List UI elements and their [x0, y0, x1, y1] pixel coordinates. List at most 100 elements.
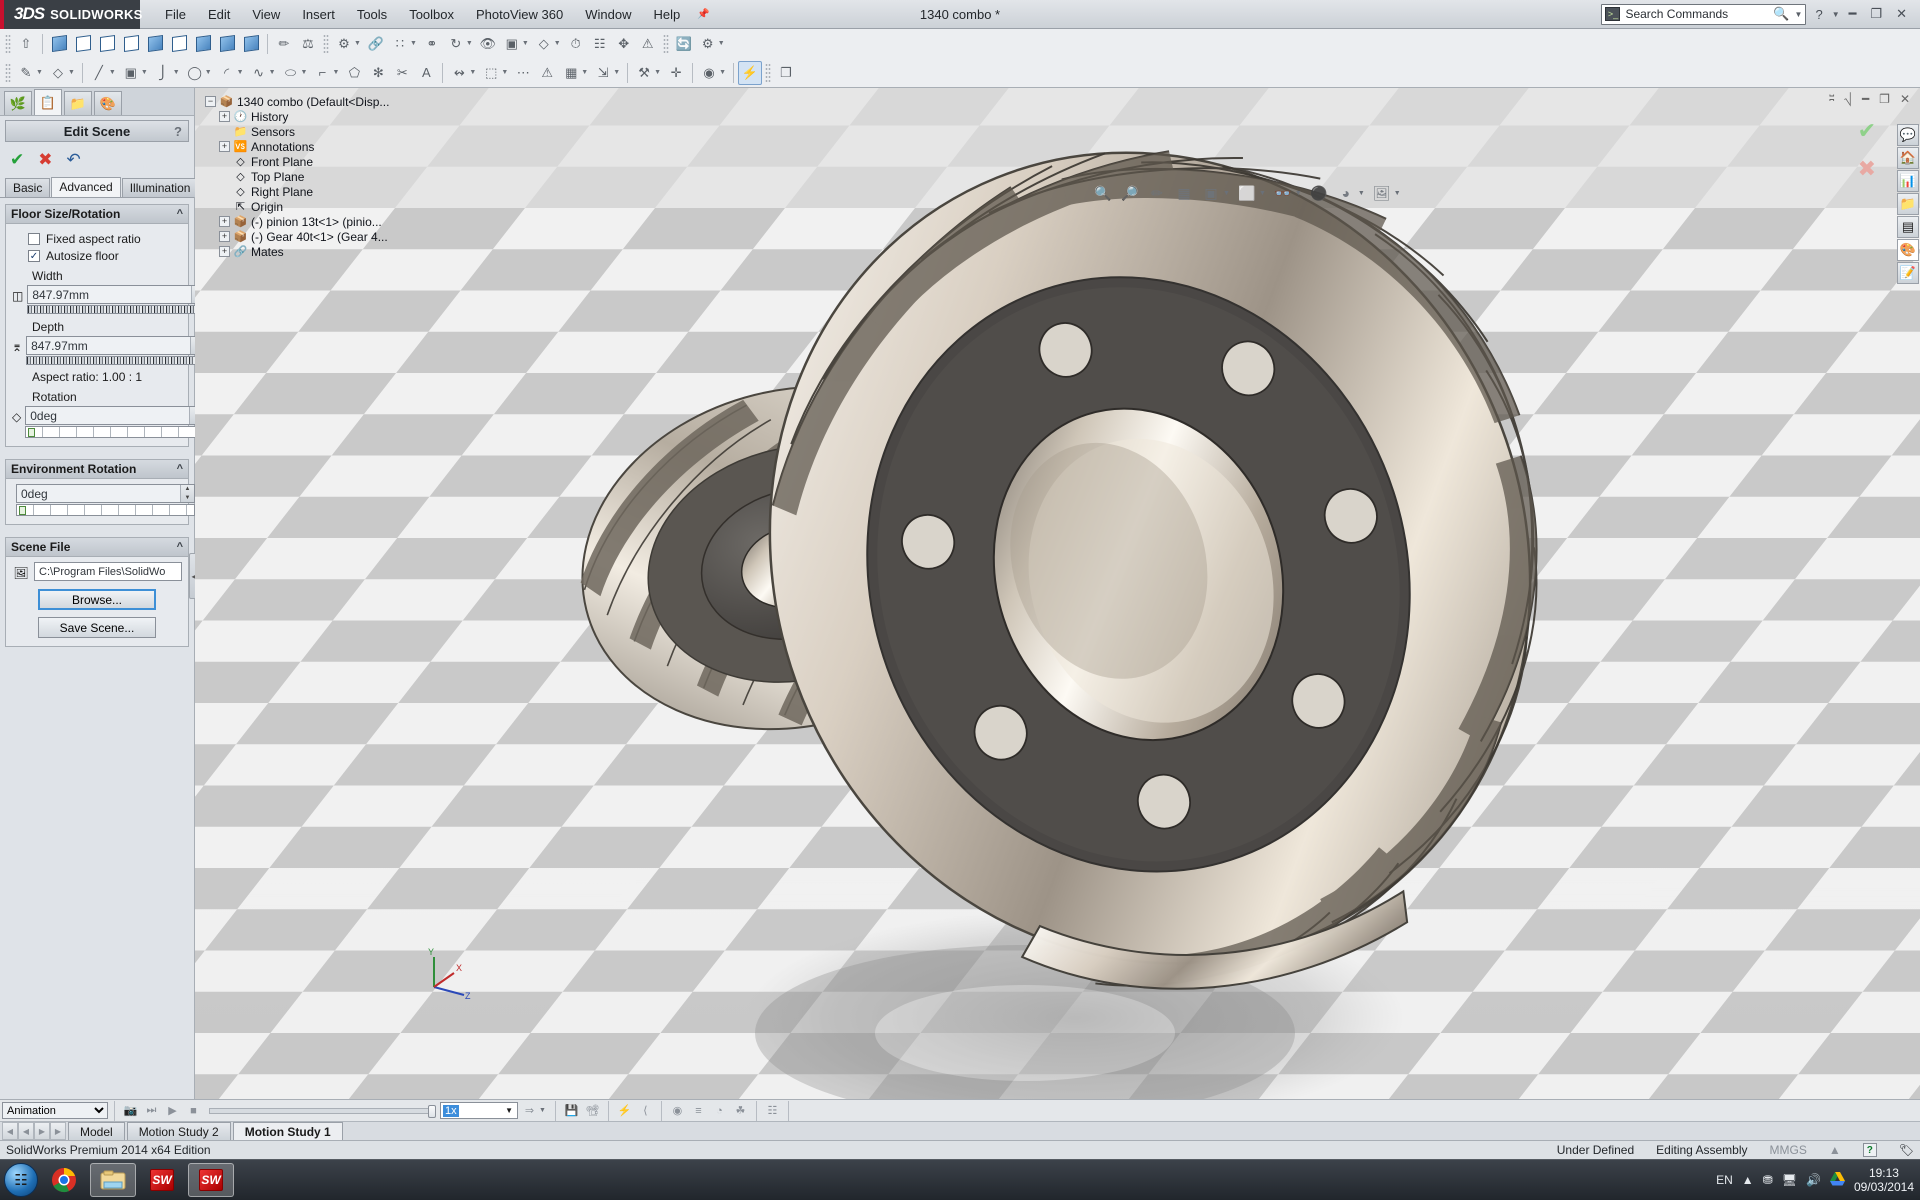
animation-wizard-icon[interactable]: 📽	[583, 1101, 602, 1120]
interference-detection-icon[interactable]: ⚠	[636, 32, 660, 56]
tree-node-assembly[interactable]: − 📦 1340 combo (Default<Disp...	[205, 94, 389, 109]
first-tab-button[interactable]: ◀	[2, 1122, 18, 1140]
spinner-arrows[interactable]: ▲▼	[180, 485, 194, 502]
rebuild-icon[interactable]: 🔄	[672, 32, 696, 56]
save-scene-button[interactable]: Save Scene...	[38, 617, 156, 638]
playback-speed-select[interactable]: 1x ▼	[440, 1102, 518, 1119]
menu-item-help[interactable]: Help	[642, 3, 691, 26]
minimize-doc-icon[interactable]: ━	[1858, 92, 1873, 107]
edit-appearance-icon[interactable]: ⚫	[1306, 180, 1332, 206]
chevron-down-icon[interactable]: ▼	[469, 69, 476, 76]
solidworks-window-2-icon[interactable]: SW	[188, 1163, 234, 1197]
tree-node-pinion-13t[interactable]: + 📦 (-) pinion 13t<1> (pinio...	[219, 214, 389, 229]
exploded-view-icon[interactable]: ✥	[612, 32, 636, 56]
chevron-down-icon[interactable]: ▼	[109, 69, 116, 76]
view-hidden-lines-icon[interactable]	[239, 32, 263, 56]
appearances-scenes-icon[interactable]: 🎨	[1897, 239, 1919, 261]
motor-icon[interactable]: ⚡	[615, 1101, 634, 1120]
toolbar-grip[interactable]	[323, 33, 329, 54]
depth-slider[interactable]	[26, 356, 206, 365]
chevron-down-icon[interactable]: ▼	[332, 69, 339, 76]
autosize-floor-checkbox[interactable]: ✓ Autosize floor	[28, 249, 182, 263]
damper-icon[interactable]: ☘	[731, 1101, 750, 1120]
rapid-sketch-icon[interactable]: ◉	[697, 61, 721, 85]
chevron-down-icon[interactable]: ▼	[205, 69, 212, 76]
chevron-down-icon[interactable]: ▼	[613, 69, 620, 76]
minimize-icon[interactable]: ━	[1844, 6, 1862, 22]
tab-motion-study-2[interactable]: Motion Study 2	[126, 1122, 231, 1140]
chevron-down-icon[interactable]: ▼	[68, 69, 75, 76]
view-top-icon[interactable]	[167, 32, 191, 56]
chevron-down-icon[interactable]: ▼	[1795, 10, 1803, 19]
view-left-icon[interactable]	[119, 32, 143, 56]
chrome-icon[interactable]	[41, 1163, 87, 1197]
view-front-icon[interactable]	[71, 32, 95, 56]
expand-toggle[interactable]: +	[219, 111, 230, 122]
mass-properties-icon[interactable]: ⚖	[296, 32, 320, 56]
ok-button[interactable]: ✔	[10, 150, 24, 170]
confirm-ok-icon[interactable]: ✔	[1858, 118, 1876, 144]
convert-entities-icon[interactable]: ↭	[447, 61, 471, 85]
chevron-down-icon[interactable]: ▼	[354, 40, 361, 47]
restore-doc-icon[interactable]: ❐	[1875, 92, 1894, 107]
section-view-icon[interactable]: ▦	[1171, 180, 1197, 206]
menu-item-file[interactable]: File	[154, 3, 197, 26]
quick-snaps-icon[interactable]: ✛	[664, 61, 688, 85]
spline-icon[interactable]: ∿	[247, 61, 271, 85]
stop-button[interactable]: ■	[184, 1101, 203, 1120]
search-icon[interactable]: 🔍	[1773, 6, 1789, 22]
configuration-manager-tab[interactable]: 📁	[64, 91, 92, 115]
chevron-down-icon[interactable]: ▼	[554, 40, 561, 47]
split-horizontal-icon[interactable]: ⎶	[1825, 92, 1838, 107]
custom-properties-icon[interactable]: 📝	[1897, 262, 1919, 284]
chevron-down-icon[interactable]: ▼	[718, 40, 725, 47]
tab-advanced[interactable]: Advanced	[51, 177, 121, 197]
chevron-down-icon[interactable]: ▼	[141, 69, 148, 76]
confirm-cancel-icon[interactable]: ✖	[1858, 156, 1876, 182]
restore-icon[interactable]: ❐	[1865, 6, 1887, 22]
tree-node-mates[interactable]: + 🔗 Mates	[219, 244, 389, 259]
menu-item-toolbox[interactable]: Toolbox	[398, 3, 465, 26]
chevron-down-icon[interactable]: ▼	[301, 69, 308, 76]
menu-item-view[interactable]: View	[241, 3, 291, 26]
play-button[interactable]: ▶	[163, 1101, 182, 1120]
pushpin-icon[interactable]: 📌	[697, 9, 709, 20]
view-shaded-edges-icon[interactable]	[215, 32, 239, 56]
chevron-down-icon[interactable]: ▼	[269, 69, 276, 76]
file-explorer-icon[interactable]	[90, 1163, 136, 1197]
apply-scene-icon[interactable]: ◕	[1333, 180, 1359, 206]
menu-item-edit[interactable]: Edit	[197, 3, 241, 26]
gravity-icon[interactable]: ≡	[689, 1101, 708, 1120]
previous-view-icon[interactable]: ✏	[1144, 180, 1170, 206]
depth-spinner[interactable]: ▲▼	[26, 336, 206, 355]
sketch-icon[interactable]: ✎	[14, 61, 38, 85]
chevron-down-icon[interactable]: ▼	[501, 69, 508, 76]
view-palette-icon[interactable]: ▤	[1897, 216, 1919, 238]
save-animation-icon[interactable]: 💾	[562, 1101, 581, 1120]
zoom-to-area-icon[interactable]: 🔎	[1117, 180, 1143, 206]
rectangle-icon[interactable]: ▣	[119, 61, 143, 85]
status-units[interactable]: MMGS	[1770, 1143, 1807, 1157]
network-icon[interactable]: 🖥	[1782, 1173, 1797, 1187]
display-style-icon[interactable]: ⬜	[1234, 180, 1260, 206]
help-chevron-down-icon[interactable]: ▼	[1832, 10, 1840, 19]
tree-node-annotations[interactable]: + 🆚 Annotations	[219, 139, 389, 154]
playback-track[interactable]	[209, 1104, 436, 1118]
solidworks-resources-icon[interactable]: 💬	[1897, 124, 1919, 146]
view-shaded-icon[interactable]	[191, 32, 215, 56]
linear-component-pattern-icon[interactable]: ∷	[388, 32, 412, 56]
start-orb[interactable]: ☷	[4, 1163, 38, 1197]
clock[interactable]: 19:13 09/03/2014	[1854, 1166, 1914, 1194]
tree-node-history[interactable]: + 🕐 History	[219, 109, 389, 124]
tree-node-sensors[interactable]: 📁 Sensors	[219, 124, 389, 139]
chevron-down-icon[interactable]: ▼	[1394, 190, 1401, 197]
tab-illumination[interactable]: Illumination	[121, 178, 199, 197]
playback-mode-icon[interactable]: ⇒	[520, 1101, 539, 1120]
mate-icon[interactable]: 🔗	[364, 32, 388, 56]
tree-node-front-plane[interactable]: ◇ Front Plane	[219, 154, 389, 169]
contact-icon[interactable]: ◉	[668, 1101, 687, 1120]
reference-geometry2-icon[interactable]: ◇	[532, 32, 556, 56]
tab-model[interactable]: Model	[68, 1122, 125, 1140]
search-commands-box[interactable]: >_ Search Commands 🔍 ▼	[1601, 3, 1807, 25]
view-settings-icon[interactable]: 🖼	[1369, 180, 1395, 206]
